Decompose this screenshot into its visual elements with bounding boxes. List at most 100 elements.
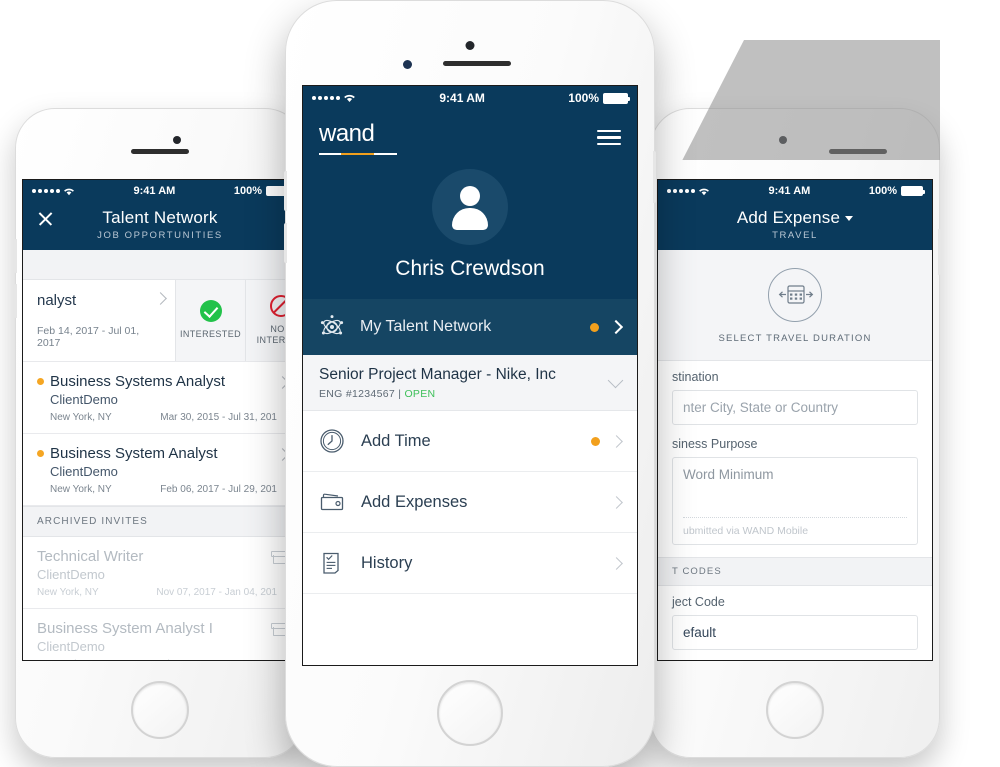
page-subtitle: TRAVEL (772, 230, 818, 241)
menu-item-label: History (361, 553, 413, 572)
check-circle-icon (199, 300, 222, 323)
chevron-right-icon (610, 434, 623, 448)
destination-input[interactable]: nter City, State or Country (672, 390, 918, 425)
proximity-sensor-icon (403, 60, 412, 69)
wallet-icon (320, 493, 344, 511)
swipe-card-dates: Feb 14, 2017 - Jul 01, 2017 (37, 325, 140, 349)
purpose-textarea[interactable]: Word Minimum ubmitted via WAND Mobile (672, 457, 918, 545)
clock-icon (320, 429, 344, 453)
job-company: ClientDemo (50, 392, 118, 407)
swipe-card-main[interactable]: nalyst Feb 14, 2017 - Jul 01, 2017 (23, 280, 175, 361)
job-title: Business System Analyst I (37, 620, 213, 637)
list-item[interactable]: Business System Analyst I ClientDemo New… (23, 609, 297, 660)
battery-percent: 100% (568, 91, 599, 105)
logo-underline (319, 152, 397, 155)
center-phone-screen: 9:41 AM 100% wand Chris Crewdson My Tale… (302, 85, 638, 666)
job-location: New York, NY (37, 659, 99, 660)
earpiece-speaker (131, 149, 189, 154)
job-location: New York, NY (50, 412, 112, 423)
user-avatar-icon (432, 169, 508, 245)
status-time: 9:41 AM (439, 91, 485, 105)
destination-label: stination (672, 370, 719, 384)
list-item[interactable]: Technical Writer ClientDemo New York, NY… (23, 537, 297, 609)
content-spacer (23, 250, 297, 280)
volume-down-button[interactable] (14, 284, 17, 318)
screenshot-stage: 9:41 AM 100% Talent Network JOB OPPORTUN… (0, 0, 1000, 767)
volume-button[interactable] (284, 171, 287, 211)
menu-item-add-time[interactable]: Add Time (303, 411, 637, 472)
signal-indicator (312, 93, 356, 103)
purpose-field-group: siness Purpose Word Minimum ubmitted via… (658, 428, 932, 548)
battery-icon (901, 186, 925, 196)
calendar-duration-icon (768, 268, 822, 322)
chevron-right-icon (610, 495, 623, 509)
select-duration-label: SELECT TRAVEL DURATION (718, 333, 872, 344)
status-bar: 9:41 AM 100% (23, 180, 297, 202)
page-title-text: Add Expense (736, 208, 841, 227)
unread-dot-icon (37, 378, 44, 385)
menu-item-history[interactable]: History (303, 533, 637, 594)
list-item[interactable]: Business System Analyst ClientDemo New Y… (23, 434, 297, 506)
hamburger-menu-icon[interactable] (597, 126, 621, 149)
project-code-input[interactable]: efault (672, 615, 918, 650)
power-button[interactable] (938, 229, 941, 275)
status-bar: 9:41 AM 100% (658, 180, 932, 202)
earpiece-speaker (443, 61, 512, 66)
interested-label: INTERESTED (179, 329, 241, 340)
job-title: Business Systems Analyst (50, 373, 226, 390)
page-title[interactable]: Add Expense (658, 208, 932, 228)
job-meta: New York, NY Feb 06, 2017 - Jul 29, 201 (50, 484, 283, 495)
job-dates: Feb 20, 2017 - Aug 24, 201 (156, 659, 277, 660)
caret-down-icon (845, 216, 854, 222)
left-content: nalyst Feb 14, 2017 - Jul 01, 2017 INTER… (23, 250, 297, 660)
job-dates: Mar 30, 2015 - Jul 31, 201 (160, 412, 277, 423)
page-subtitle: JOB OPPORTUNITIES (97, 230, 223, 241)
job-dates: Nov 07, 2017 - Jan 04, 201 (156, 587, 277, 598)
left-phone-device: 9:41 AM 100% Talent Network JOB OPPORTUN… (14, 108, 305, 758)
volume-button[interactable] (14, 239, 17, 273)
front-camera-icon (173, 136, 181, 144)
notification-dot-icon (590, 322, 599, 332)
unread-dot-icon (37, 450, 44, 457)
home-button[interactable] (766, 681, 824, 739)
home-button[interactable] (131, 681, 189, 739)
menu-item-label: Add Time (361, 431, 431, 450)
wifi-icon (699, 188, 709, 195)
list-item[interactable]: Business Systems Analyst ClientDemo New … (23, 362, 297, 434)
engagement-title: Senior Project Manager - Nike, Inc (319, 366, 556, 383)
job-meta: New York, NY Nov 07, 2017 - Jan 04, 201 (37, 587, 283, 598)
archive-icon (271, 623, 287, 636)
engagement-meta: ENG #1234567 | OPEN (319, 388, 621, 400)
menu-item-add-expenses[interactable]: Add Expenses (303, 472, 637, 533)
volume-down-button[interactable] (284, 223, 287, 263)
engagement-selector[interactable]: Senior Project Manager - Nike, Inc ENG #… (303, 355, 637, 411)
purpose-placeholder: Word Minimum (683, 467, 774, 482)
interested-button[interactable]: INTERESTED (175, 280, 245, 361)
signature-text: ubmitted via WAND Mobile (683, 525, 809, 537)
right-content: SELECT TRAVEL DURATION stination nter Ci… (658, 250, 932, 660)
power-button[interactable] (653, 151, 656, 203)
header-top-bar: wand (303, 120, 637, 155)
battery-indicator: 100% (869, 185, 925, 197)
network-atom-icon (320, 315, 344, 335)
select-duration-button[interactable]: SELECT TRAVEL DURATION (658, 250, 932, 361)
close-icon[interactable] (37, 210, 54, 227)
archived-section-header: ARCHIVED INVITES (23, 506, 297, 537)
job-location: New York, NY (37, 587, 99, 598)
battery-indicator: 100% (568, 91, 630, 105)
job-dates: Feb 06, 2017 - Jul 29, 201 (160, 484, 277, 495)
battery-percent: 100% (233, 185, 262, 197)
job-meta: New York, NY Mar 30, 2015 - Jul 31, 201 (50, 412, 283, 423)
job-company: ClientDemo (37, 639, 105, 654)
battery-icon (603, 92, 630, 104)
chevron-right-icon (610, 556, 623, 570)
job-title: Technical Writer (37, 548, 144, 565)
document-check-icon (323, 552, 339, 574)
status-badge: OPEN (404, 388, 436, 400)
job-title: Business System Analyst (50, 445, 218, 462)
battery-indicator: 100% (233, 185, 290, 197)
status-time: 9:41 AM (133, 185, 176, 197)
sidebar-item-talent-network[interactable]: My Talent Network (303, 299, 637, 355)
home-button[interactable] (437, 680, 503, 746)
project-code-label: ject Code (672, 595, 725, 609)
